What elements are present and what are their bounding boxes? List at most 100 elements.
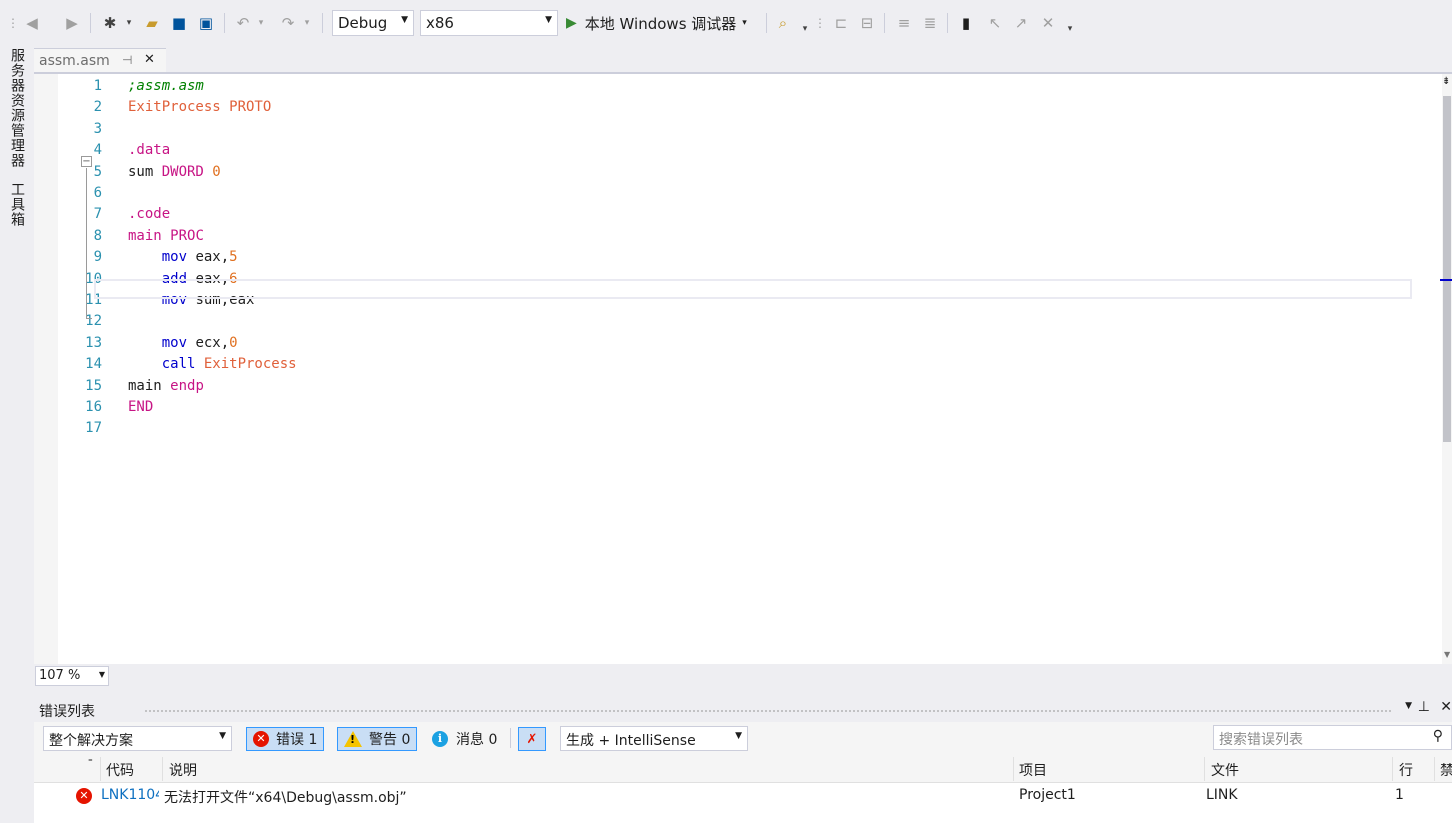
chevron-down-icon: ▼ <box>401 15 408 25</box>
code-line[interactable]: main endp <box>128 376 204 397</box>
scope-dropdown[interactable]: 整个解决方案 ▼ <box>43 726 232 751</box>
platform-value: x86 <box>426 14 454 32</box>
column-separator <box>1013 757 1014 781</box>
pin-icon[interactable]: ⊣ <box>122 53 132 67</box>
line-number: 14 <box>85 356 102 373</box>
column-header-line[interactable]: 行 <box>1399 760 1413 780</box>
document-tab-assm[interactable]: assm.asm ⊣ ✕ <box>34 48 166 74</box>
column-header-file[interactable]: 文件 <box>1211 760 1239 780</box>
code-line[interactable]: sum DWORD 0 <box>128 162 221 183</box>
code-token: main <box>128 377 171 394</box>
error-icon: ✕ <box>253 731 269 747</box>
search-icon[interactable]: ⚲ <box>1433 728 1443 744</box>
line-number: 7 <box>93 206 102 223</box>
title-bar-grip <box>144 709 1392 713</box>
chevron-down-icon[interactable]: ▾ <box>124 12 134 34</box>
error-list-title: 错误列表 <box>39 704 95 720</box>
code-line[interactable]: mov ecx,0 <box>128 333 238 354</box>
code-line[interactable]: ;assm.asm <box>128 76 204 97</box>
messages-count: 消息 0 <box>456 732 498 748</box>
source-filter-dropdown[interactable]: 生成 + IntelliSense ▼ <box>560 726 748 751</box>
close-icon[interactable]: ✕ <box>144 52 155 67</box>
bookmark-icon[interactable]: ▮ <box>956 12 976 34</box>
code-line[interactable]: main PROC <box>128 226 204 247</box>
line-number: 8 <box>93 227 102 244</box>
code-editor[interactable]: 1 2 3 4 5 6 7 8 9 10 11 12 13 14 15 16 17 ;assm.asm ExitP… <box>34 74 1442 664</box>
toolbar-separator <box>322 13 323 33</box>
line-number: 6 <box>93 185 102 201</box>
errors-count: 错误 1 <box>276 732 318 748</box>
clear-bookmarks-icon[interactable]: ✕ <box>1038 12 1058 34</box>
toolbox-tab[interactable]: 工具箱 <box>7 182 27 227</box>
outline-icon[interactable]: ⊏ <box>830 12 852 34</box>
chevron-down-icon: ▼ <box>98 670 105 679</box>
server-explorer-tab[interactable]: 服务器资源管理器 <box>7 48 27 168</box>
code-token: ecx, <box>195 334 230 351</box>
toolbar-separator <box>510 728 511 748</box>
split-icon[interactable]: ⇟ <box>1442 76 1450 87</box>
code-line[interactable]: call ExitProcess <box>128 354 297 375</box>
start-debugging-button[interactable]: ▶ 本地 Windows 调试器 ▾ <box>566 11 747 35</box>
back-icon[interactable]: ◀ <box>22 12 42 34</box>
column-options-icon[interactable]: ⁼ <box>88 758 93 768</box>
configuration-dropdown[interactable]: Debug ▼ <box>332 10 414 36</box>
forward-icon[interactable]: ▶ <box>62 12 82 34</box>
code-line[interactable]: ExitProcess PROTO <box>128 97 271 118</box>
save-icon[interactable]: ■ <box>168 12 190 34</box>
code-token: ;assm.asm <box>128 78 204 94</box>
column-header-suppression[interactable]: 禁 <box>1440 760 1452 780</box>
column-header-description[interactable]: 说明 <box>169 760 197 780</box>
column-header-code[interactable]: 代码 <box>106 760 134 780</box>
collapse-icon[interactable]: ⊟ <box>856 12 878 34</box>
chevron-down-icon[interactable]: ▾ <box>302 12 312 34</box>
code-line[interactable]: .code <box>128 204 170 225</box>
panel-splitter[interactable] <box>34 686 1452 698</box>
window-position-icon[interactable]: ▼ <box>1405 701 1412 711</box>
platform-dropdown[interactable]: x86 ▼ <box>420 10 558 36</box>
chevron-down-icon[interactable]: ▾ <box>800 18 810 40</box>
code-line[interactable]: mov eax,5 <box>128 247 238 268</box>
code-line[interactable]: .data <box>128 140 170 161</box>
new-project-icon[interactable]: ✱ <box>98 12 122 34</box>
redo-icon[interactable]: ↷ <box>277 12 299 34</box>
zoom-value: 107 % <box>39 668 81 683</box>
line-number: 17 <box>85 420 102 437</box>
error-list-empty-area <box>34 809 1452 823</box>
chevron-down-icon[interactable]: ▾ <box>1064 18 1076 40</box>
error-code-link[interactable]: LNK1104 <box>101 787 159 803</box>
errors-filter-button[interactable]: ✕ 错误 1 <box>246 727 325 751</box>
close-icon[interactable]: ✕ <box>1440 699 1452 715</box>
code-token: ExitProcess PROTO <box>128 99 272 116</box>
warnings-filter-button[interactable]: ! 警告 0 <box>337 727 418 751</box>
chevron-down-icon[interactable]: ▾ <box>256 12 266 34</box>
indicator-margin <box>34 74 58 664</box>
zoom-dropdown[interactable]: 107 % ▼ <box>35 666 109 686</box>
undo-icon[interactable]: ↶ <box>232 12 254 34</box>
comment-icon[interactable]: ≡ <box>893 12 915 34</box>
main-toolbar: ⋮ ◀ ▶ ✱ ▾ ▰ ■ ▣ ↶ ▾ ↷ ▾ Debug ▼ x86 ▼ ▶ … <box>0 0 1452 44</box>
error-icon: ✕ <box>76 788 92 804</box>
save-all-icon[interactable]: ▣ <box>195 12 217 34</box>
code-token: 0 <box>229 334 238 351</box>
pin-icon[interactable]: ⊥ <box>1418 699 1430 715</box>
scrollbar-thumb[interactable] <box>1443 96 1451 442</box>
column-header-project[interactable]: 项目 <box>1019 760 1047 780</box>
filter-build-button[interactable]: ✗ <box>518 727 546 751</box>
find-in-files-icon[interactable]: ⌕ <box>772 12 794 34</box>
collapse-region-icon[interactable]: − <box>81 156 92 167</box>
line-number: 12 <box>85 313 102 330</box>
open-file-icon[interactable]: ▰ <box>140 12 164 34</box>
prev-bookmark-icon[interactable]: ↖ <box>985 12 1005 34</box>
code-token: ExitProcess <box>203 356 297 373</box>
table-row[interactable]: ✕ LNK1104 无法打开文件“x64\Debug\assm.obj” Pro… <box>34 783 1452 809</box>
scroll-down-icon[interactable]: ▼ <box>1444 650 1450 659</box>
code-line[interactable]: END <box>128 397 153 418</box>
search-error-list-input[interactable]: 搜索错误列表 ⚲ <box>1213 725 1452 750</box>
error-list-header: ⁼ 代码 说明 项目 文件 行 禁 <box>34 755 1452 783</box>
next-bookmark-icon[interactable]: ↗ <box>1011 12 1031 34</box>
messages-filter-button[interactable]: i 消息 0 <box>426 727 503 751</box>
chevron-down-icon: ▼ <box>735 731 742 741</box>
error-description: 无法打开文件“x64\Debug\assm.obj” <box>164 790 407 806</box>
uncomment-icon[interactable]: ≣ <box>919 12 941 34</box>
line-number: 3 <box>93 120 102 137</box>
